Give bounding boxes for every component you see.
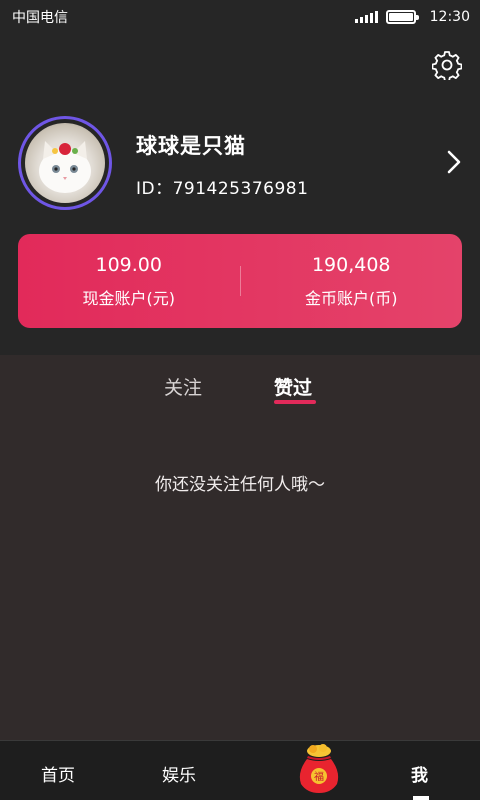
- profile-name: 球球是只猫: [136, 134, 246, 158]
- nav-home[interactable]: 首页: [41, 761, 75, 786]
- cash-account[interactable]: 109.00 现金账户(元): [18, 254, 240, 309]
- status-bar: 中国电信 12:30: [0, 0, 480, 34]
- coin-value: 190,408: [311, 253, 391, 276]
- status-indicators: 12:30: [354, 9, 470, 25]
- cash-label: 现金账户(元): [82, 288, 176, 308]
- chevron-right-icon[interactable]: [444, 148, 464, 176]
- cat-avatar-icon: [39, 141, 91, 193]
- empty-state-message: 你还没关注任何人哦～: [155, 475, 325, 495]
- clock: 12:30: [429, 9, 470, 25]
- wallet-card: 109.00 现金账户(元) 190,408 金币账户(币): [18, 234, 462, 328]
- coin-label: 金币账户(币): [305, 288, 398, 308]
- bottom-nav: 首页 娱乐 我: [0, 740, 480, 800]
- content-tabs: 关注 赞过: [0, 355, 480, 415]
- signal-icon: [354, 11, 378, 23]
- tab-following[interactable]: 关注: [164, 373, 202, 400]
- battery-icon: [385, 10, 419, 24]
- gear-icon-graphic: [431, 51, 463, 82]
- nav-me[interactable]: 我: [411, 761, 428, 786]
- carrier-label: 中国电信: [12, 10, 68, 26]
- cash-value: 109.00: [95, 253, 162, 276]
- nav-entertainment[interactable]: 娱乐: [162, 761, 196, 786]
- red-lucky-bag-icon[interactable]: 福: [293, 742, 345, 794]
- nav-active-indicator: [413, 796, 429, 800]
- profile-id: ID：791425376981: [136, 179, 309, 199]
- coin-account[interactable]: 190,408 金币账户(币): [241, 254, 463, 309]
- avatar-image: [25, 123, 105, 203]
- chevron-right-graphic: [447, 150, 461, 174]
- avatar[interactable]: [18, 116, 112, 210]
- svg-text:福: 福: [314, 770, 324, 783]
- tab-active-indicator: [274, 400, 316, 404]
- tab-liked[interactable]: 赞过: [274, 373, 312, 400]
- red-lucky-bag-graphic: 福: [299, 744, 339, 793]
- gear-icon[interactable]: [431, 50, 463, 82]
- battery-fill: [388, 13, 413, 21]
